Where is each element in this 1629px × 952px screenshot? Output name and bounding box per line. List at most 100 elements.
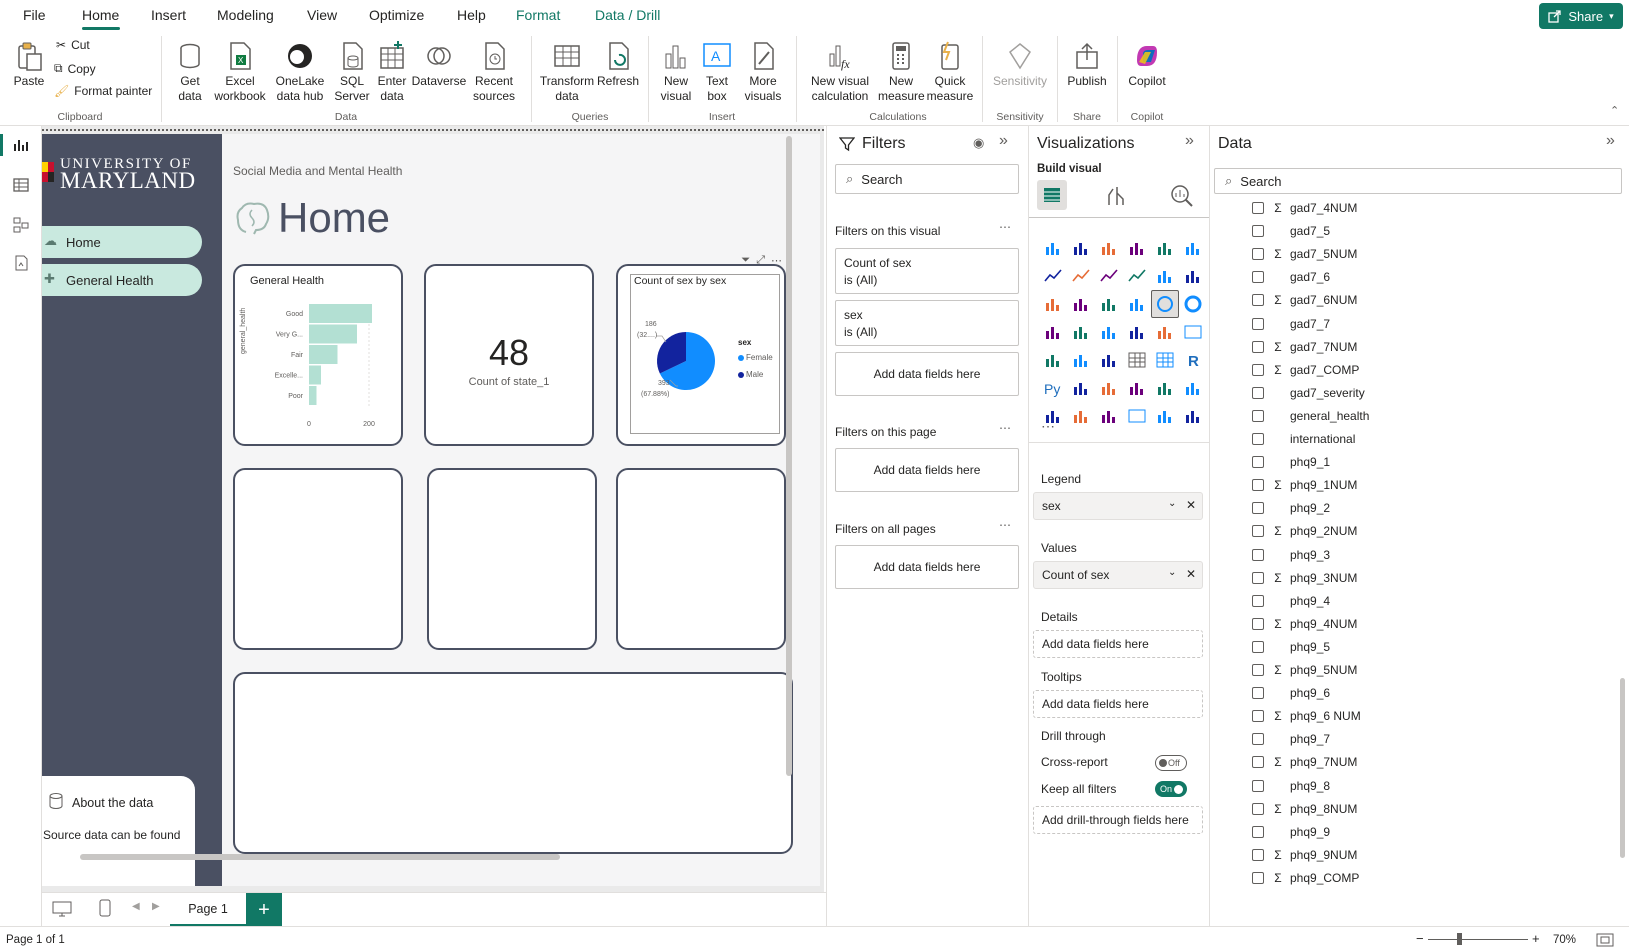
paste-button[interactable]: Paste <box>10 40 48 89</box>
field-checkbox[interactable] <box>1252 640 1264 653</box>
get-data-button[interactable]: Get data <box>168 40 212 104</box>
field-row[interactable]: Σphq9_8NUM <box>1252 799 1357 819</box>
field-checkbox[interactable] <box>1252 571 1264 584</box>
zoom-in-icon[interactable]: + <box>1532 931 1540 946</box>
field-row[interactable]: general_health <box>1252 406 1369 426</box>
model-view-icon[interactable] <box>12 216 30 234</box>
key-influencers-visual-icon[interactable] <box>1067 374 1095 402</box>
collapse-pane-icon[interactable]: » <box>1185 132 1194 150</box>
waterfall-visual-icon[interactable] <box>1067 290 1095 318</box>
cross-report-toggle[interactable]: Off <box>1155 755 1187 771</box>
field-checkbox[interactable] <box>1252 202 1264 214</box>
details-add-well[interactable]: Add data fields here <box>1033 630 1203 658</box>
general-health-card[interactable]: General Health general_health Good Very G… <box>233 264 403 446</box>
copy-button[interactable]: ⧉ Copy <box>54 61 96 76</box>
menu-modeling[interactable]: Modeling <box>217 7 274 23</box>
collapse-ribbon-icon[interactable]: ⌃ <box>1610 104 1619 117</box>
clustered-column-visual-icon[interactable] <box>1123 234 1151 262</box>
page-tab-1[interactable]: Page 1 <box>170 893 246 927</box>
line-clustered-visual-icon[interactable] <box>1179 262 1207 290</box>
legend-field-pill[interactable]: sex ⌄ ✕ <box>1033 492 1203 520</box>
empty-card[interactable] <box>616 468 786 650</box>
field-checkbox[interactable] <box>1252 363 1264 376</box>
filter-card-sex[interactable]: sex is (All) <box>835 300 1019 346</box>
stacked-bar-visual-icon[interactable] <box>1039 234 1067 262</box>
100-bar-visual-icon[interactable] <box>1151 234 1179 262</box>
add-all-pages-filter-well[interactable]: Add data fields here <box>835 545 1019 589</box>
pie-card[interactable]: ⏷ ⤢ ⋯ Count of sex by sex sex Female Mal… <box>616 254 786 446</box>
more-options-icon[interactable]: ⋯ <box>999 518 1011 532</box>
menu-view[interactable]: View <box>307 7 337 23</box>
field-row[interactable]: Σgad7_4NUM <box>1252 198 1357 218</box>
field-checkbox[interactable] <box>1252 409 1264 422</box>
multi-row-card-visual-icon[interactable] <box>1039 346 1067 374</box>
add-visual-filter-well[interactable]: Add data fields here <box>835 352 1019 396</box>
zoom-out-icon[interactable]: − <box>1416 931 1424 946</box>
clustered-bar-visual-icon[interactable] <box>1095 234 1123 262</box>
count-card[interactable]: 48 Count of state_1 <box>424 264 594 446</box>
field-checkbox[interactable] <box>1252 802 1264 815</box>
field-row[interactable]: Σphq9_5NUM <box>1252 660 1357 680</box>
field-row[interactable]: Σphq9_3NUM <box>1252 568 1357 588</box>
field-row[interactable]: Σphq9_2NUM <box>1252 521 1357 541</box>
narrative-visual-icon[interactable] <box>1179 402 1207 430</box>
add-page-filter-well[interactable]: Add data fields here <box>835 448 1019 492</box>
gauge-visual-icon[interactable] <box>1151 318 1179 346</box>
field-row[interactable]: Σphq9_7NUM <box>1252 752 1357 772</box>
collapse-pane-icon[interactable]: » <box>1606 132 1615 150</box>
table-view-icon[interactable] <box>12 176 30 194</box>
more-visuals-button[interactable]: More visuals <box>738 40 788 104</box>
empty-wide-card[interactable] <box>233 672 793 854</box>
dataverse-button[interactable]: Dataverse <box>410 40 468 89</box>
field-checkbox[interactable] <box>1252 548 1264 561</box>
metrics-visual-icon[interactable] <box>1179 374 1207 402</box>
share-button[interactable]: Share ▾ <box>1539 3 1623 29</box>
desktop-layout-icon[interactable] <box>52 901 72 917</box>
menu-optimize[interactable]: Optimize <box>369 7 424 23</box>
empty-card[interactable] <box>233 468 403 650</box>
nav-button-general-health[interactable]: ✚ General Health <box>42 264 202 296</box>
field-row[interactable]: gad7_7 <box>1252 314 1330 334</box>
field-row[interactable]: gad7_6 <box>1252 267 1330 287</box>
field-checkbox[interactable] <box>1252 594 1264 607</box>
analytics-icon[interactable] <box>1169 183 1195 207</box>
field-row[interactable]: phq9_5 <box>1252 637 1330 657</box>
quick-measure-button[interactable]: Quick measure <box>926 40 974 104</box>
new-visual-calculation-button[interactable]: fx New visual calculation <box>804 40 876 104</box>
field-row[interactable]: Σphq9_1NUM <box>1252 475 1357 495</box>
field-checkbox[interactable] <box>1252 733 1264 746</box>
add-page-button[interactable]: + <box>246 893 282 927</box>
area-visual-icon[interactable] <box>1067 262 1095 290</box>
field-checkbox[interactable] <box>1252 687 1264 700</box>
field-row[interactable]: Σgad7_COMP <box>1252 360 1359 380</box>
filters-search-input[interactable]: ⌕ Search <box>835 164 1019 194</box>
report-view-icon[interactable] <box>12 136 30 154</box>
treemap-visual-icon[interactable] <box>1039 318 1067 346</box>
menu-insert[interactable]: Insert <box>151 7 186 23</box>
funnel-visual-icon[interactable] <box>1095 290 1123 318</box>
power-apps-visual-icon[interactable] <box>1067 402 1095 430</box>
data-search-input[interactable]: ⌕ Search <box>1214 168 1622 194</box>
field-row[interactable]: Σphq9_9NUM <box>1252 845 1357 865</box>
build-visual-tab[interactable] <box>1037 180 1067 210</box>
copilot-button[interactable]: Copilot <box>1122 40 1172 89</box>
field-row[interactable]: phq9_1 <box>1252 452 1330 472</box>
field-checkbox[interactable] <box>1252 433 1264 445</box>
vertical-scrollbar[interactable] <box>1620 678 1625 858</box>
matrix-visual-icon[interactable] <box>1151 346 1179 374</box>
field-checkbox[interactable] <box>1252 825 1264 838</box>
menu-file[interactable]: File <box>23 7 46 23</box>
remove-field-icon[interactable]: ✕ <box>1186 498 1196 512</box>
cut-button[interactable]: ✂ Cut <box>56 38 90 52</box>
smart-narrative-visual-icon[interactable] <box>1151 374 1179 402</box>
transform-data-button[interactable]: Transform data <box>538 40 596 104</box>
recent-sources-button[interactable]: Recent sources <box>466 40 522 104</box>
new-card-visual-icon[interactable] <box>1123 402 1151 430</box>
kpi-visual-icon[interactable] <box>1067 346 1095 374</box>
field-row[interactable]: Σgad7_7NUM <box>1252 337 1357 357</box>
field-row[interactable]: gad7_severity <box>1252 383 1365 403</box>
field-row[interactable]: phq9_8 <box>1252 776 1330 796</box>
empty-card[interactable] <box>427 468 597 650</box>
100-area-visual-icon[interactable] <box>1123 262 1151 290</box>
field-row[interactable]: phq9_7 <box>1252 729 1330 749</box>
